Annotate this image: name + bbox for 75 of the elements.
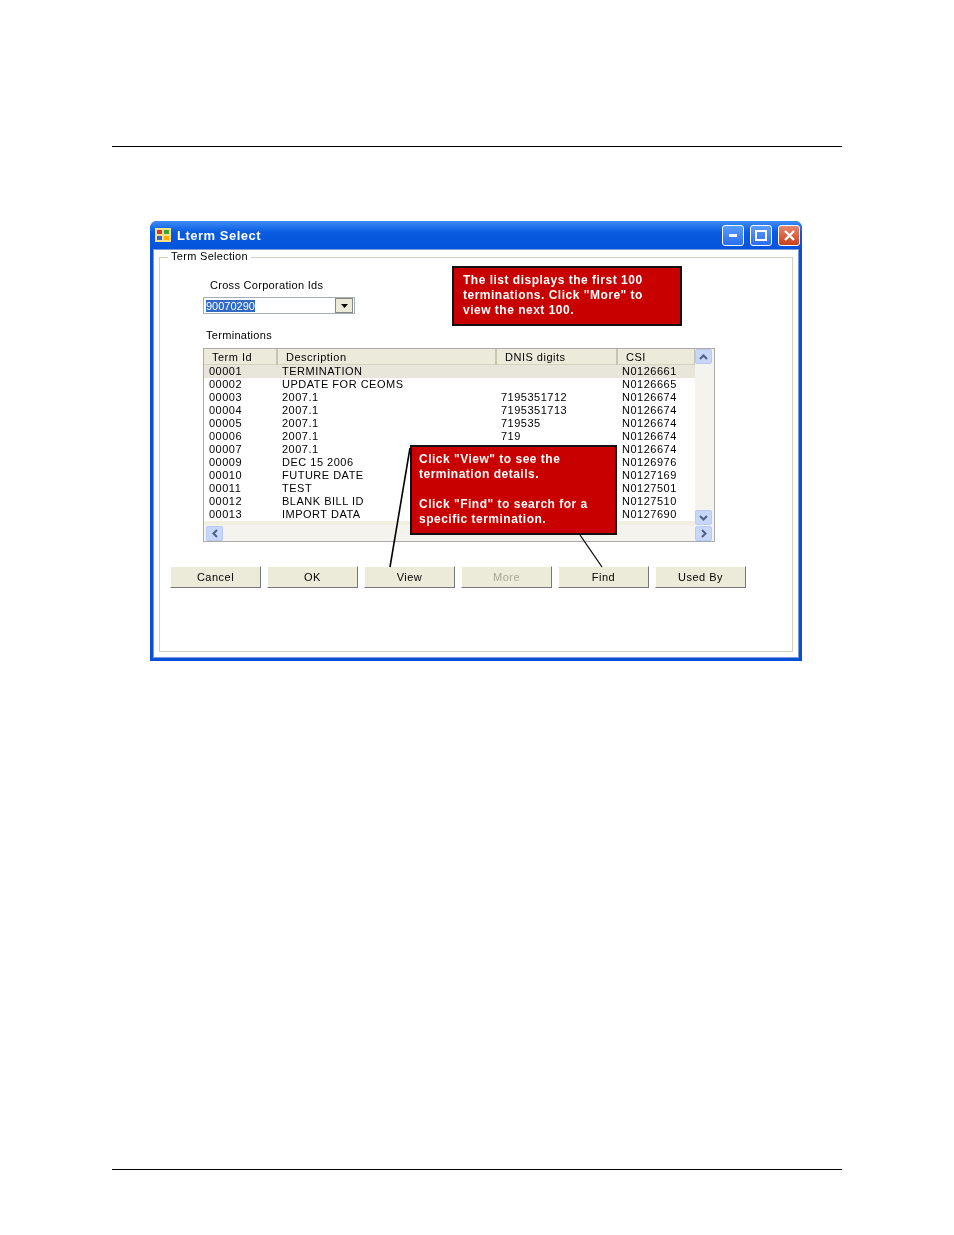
column-header[interactable]: DNIS digits [496,349,617,365]
app-icon [155,228,171,242]
table-cell: 2007.1 [282,443,319,455]
callout-text: The list displays the first 100 terminations. Click "More" to view the next 100. [463,273,644,318]
table-row[interactable]: 00001 TERMINATION N0126661 [204,365,695,378]
table-cell: TERMINATION [282,365,363,377]
table-cell: 2007.1 [282,417,319,429]
list-label: Terminations [206,329,272,341]
scroll-down-button[interactable] [695,510,712,525]
table-cell: N0126674 [622,404,677,416]
table-cell: 00007 [209,443,243,455]
table-cell: 00012 [209,495,243,507]
table-cell: 2007.1 [282,404,319,416]
table-cell: 719 [501,430,521,442]
table-cell: 00005 [209,417,243,429]
table-cell: BLANK BILL ID [282,495,364,507]
maximize-button[interactable] [750,224,772,246]
column-header[interactable]: CSI [617,349,695,365]
table-cell: N0126674 [622,430,677,442]
table-cell: 00004 [209,404,243,416]
table-cell: 00006 [209,430,243,442]
table-cell: IMPORT DATA [282,508,361,520]
table-cell: N0127501 [622,482,677,494]
table-cell: 719535 [501,417,541,429]
table-cell: 00009 [209,456,243,468]
table-cell: N0126976 [622,456,677,468]
dialog-button[interactable]: Used By [655,566,746,588]
chevron-right-icon [700,528,707,538]
close-icon [783,229,795,241]
table-cell: DEC 15 2006 [282,456,354,468]
chevron-left-icon [211,528,218,538]
scroll-left-button[interactable] [206,525,223,541]
table-cell: N0127169 [622,469,677,481]
vertical-scrollbar[interactable] [695,349,714,525]
window-title: Lterm Select [177,227,263,243]
table-cell: 00001 [209,365,243,377]
field-label: Cross Corporation Ids [210,279,324,291]
table-cell: 2007.1 [282,391,319,403]
table-cell: 2007.1 [282,430,319,442]
table-cell: 7195351712 [501,391,568,403]
column-header[interactable]: Term Id [204,349,277,365]
corporation-dropdown[interactable]: 90070290 [203,297,355,314]
table-cell: N0126661 [622,365,677,377]
group-label: Term Selection [168,250,251,262]
chevron-up-icon [699,353,708,360]
minimize-button[interactable] [722,224,744,246]
table-cell: 00013 [209,508,243,520]
dialog-button[interactable]: View [364,566,455,588]
table-cell: 00010 [209,469,243,481]
table-cell: N0127510 [622,495,677,507]
table-cell: N0126674 [622,391,677,403]
close-button[interactable] [778,224,800,246]
table-cell: N0127690 [622,508,677,520]
table-cell: TEST [282,482,313,494]
chevron-down-icon [699,514,708,521]
dropdown-button[interactable] [335,298,353,313]
minimize-icon [729,233,737,237]
caret-icon [340,303,348,308]
table-cell: N0126674 [622,417,677,429]
table-cell: 00003 [209,391,243,403]
table-cell: N0126674 [622,443,677,455]
table-cell: UPDATE FOR CEOMS [282,378,404,390]
table-cell: 00002 [209,378,243,390]
dialog-button[interactable]: OK [267,566,358,588]
dialog-button[interactable]: Cancel [170,566,261,588]
scroll-up-button[interactable] [695,349,712,364]
column-header[interactable]: Description [277,349,496,365]
scroll-right-button[interactable] [695,525,712,541]
table-cell: 7195351713 [501,404,568,416]
table-cell: 00011 [209,482,242,494]
table-cell: FUTURE DATE [282,469,364,481]
leader-line [579,534,603,568]
table-cell: N0126665 [622,378,677,390]
dialog-button[interactable]: Find [558,566,649,588]
maximize-icon [755,229,767,241]
